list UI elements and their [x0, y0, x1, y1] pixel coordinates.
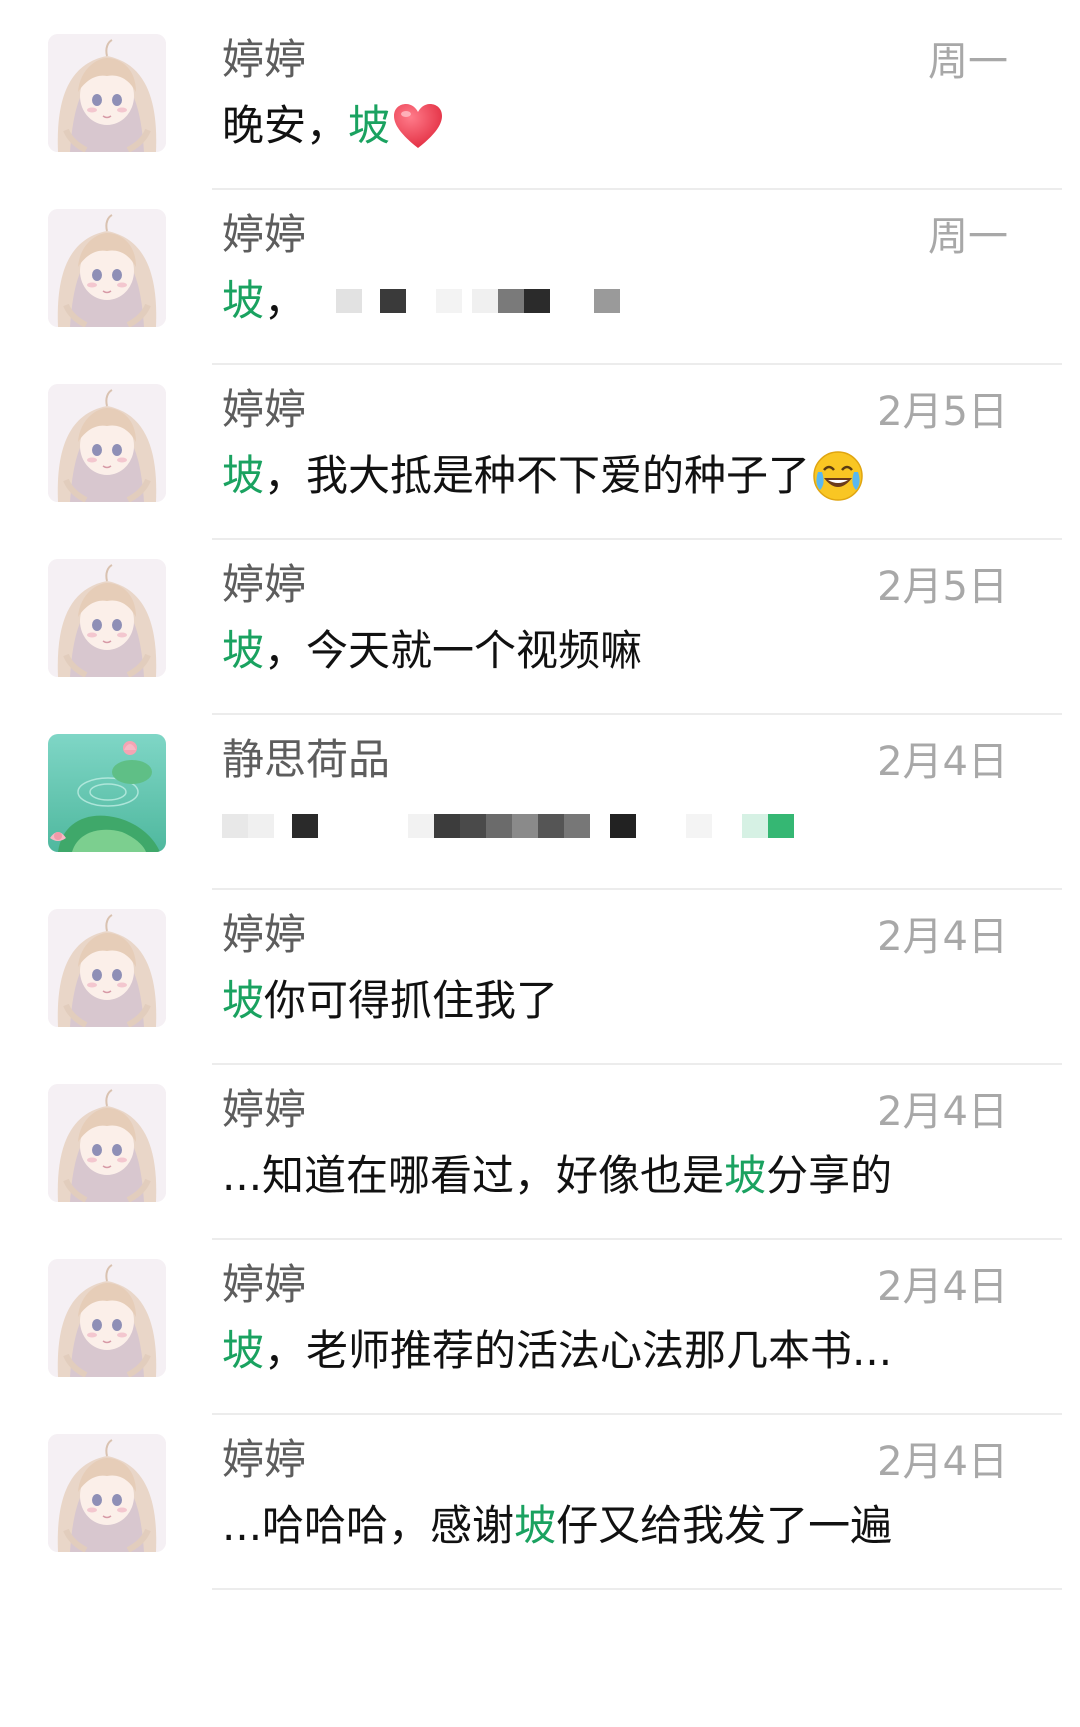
message-time: 2月5日: [877, 389, 1008, 435]
chat-list-item[interactable]: 婷婷 2月4日 ...哈哈哈，感谢坡仔又给我发了一遍: [0, 1400, 1080, 1590]
contact-name: 婷婷: [222, 1435, 307, 1484]
redacted-block: [434, 814, 460, 838]
redacted-block: [610, 814, 636, 838]
contact-name: 婷婷: [222, 560, 307, 609]
girl-avatar-icon[interactable]: [48, 1434, 166, 1552]
chat-list-item[interactable]: 婷婷 2月5日坡，今天就一个视频嘛: [0, 525, 1080, 715]
message-preview: 坡 你可得抓住我了: [222, 971, 558, 1031]
girl-avatar-icon[interactable]: [48, 909, 166, 1027]
message-text: ...知道在哪看过，好像也是: [222, 1151, 725, 1200]
redacted-block: [436, 289, 463, 313]
redacted-block: [460, 814, 486, 838]
contact-name: 婷婷: [222, 35, 307, 84]
message-preview: 坡，我大抵是种不下爱的种子了: [222, 446, 864, 506]
heart-emoji-icon: [392, 102, 444, 150]
girl-avatar-icon[interactable]: [48, 384, 166, 502]
message-preview: 坡，今天就一个视频嘛: [222, 621, 642, 681]
chat-list-item[interactable]: 静思荷品 2月4日: [0, 700, 1080, 890]
girl-avatar-icon[interactable]: [48, 34, 166, 152]
redacted-block: [222, 814, 248, 838]
contact-name: 婷婷: [222, 1085, 307, 1134]
message-text: 晚安，: [222, 101, 349, 150]
contact-name: 婷婷: [222, 910, 307, 959]
redacted-block: [768, 814, 794, 838]
message-text: ，今天就一个视频嘛: [264, 626, 643, 675]
search-keyword-highlight: 坡: [222, 626, 265, 675]
redacted-block: [742, 814, 768, 838]
message-text: ，: [264, 276, 307, 325]
chat-search-results: 婷婷 周一 晚安，坡 婷婷 周一坡， 婷婷 2月5日 坡 ，我大抵是种不下爱的种…: [0, 0, 1080, 1727]
contact-name: 婷婷: [222, 210, 307, 259]
redacted-block: [486, 814, 512, 838]
redacted-block: [336, 289, 363, 313]
redacted-block: [538, 814, 564, 838]
redacted-block: [248, 814, 274, 838]
redacted-block: [512, 814, 538, 838]
search-keyword-highlight: 坡: [514, 1501, 557, 1550]
chat-list-item[interactable]: 婷婷 2月5日坡，我大抵是种不下爱的种子了: [0, 350, 1080, 540]
message-preview: 坡，: [222, 271, 621, 331]
redacted-block: [292, 814, 318, 838]
chat-list-item[interactable]: 婷婷 2月4日坡 你可得抓住我了: [0, 875, 1080, 1065]
message-time: 2月4日: [877, 1264, 1008, 1310]
girl-avatar-icon[interactable]: [48, 209, 166, 327]
search-keyword-highlight: 坡: [222, 1326, 265, 1375]
redacted-text: [222, 796, 794, 856]
redacted-block: [686, 814, 712, 838]
girl-avatar-icon[interactable]: [48, 1259, 166, 1377]
message-text: 仔又给我发了一遍: [556, 1501, 893, 1550]
redacted-block: [472, 289, 499, 313]
message-preview: ...哈哈哈，感谢坡仔又给我发了一遍: [222, 1496, 892, 1556]
chat-list-item[interactable]: 婷婷 周一坡，: [0, 175, 1080, 365]
redacted-block: [408, 814, 434, 838]
message-text: 分享的: [766, 1151, 893, 1200]
chat-list-item[interactable]: 婷婷 2月4日 ...知道在哪看过，好像也是坡分享的: [0, 1050, 1080, 1240]
girl-avatar-icon[interactable]: [48, 559, 166, 677]
row-divider: [212, 1588, 1062, 1590]
message-time: 2月4日: [877, 1439, 1008, 1485]
search-keyword-highlight: 坡: [222, 276, 265, 325]
message-preview: [222, 796, 794, 856]
message-time: 2月4日: [877, 1089, 1008, 1135]
message-text: 你可得抓住我了: [264, 976, 559, 1025]
message-text: ，老师推荐的活法心法那几本书...: [264, 1326, 893, 1375]
message-time: 2月4日: [877, 739, 1008, 785]
message-time: 周一: [928, 39, 1008, 85]
search-keyword-highlight: 坡: [724, 1151, 767, 1200]
message-preview: ...知道在哪看过，好像也是坡分享的: [222, 1146, 892, 1206]
message-preview: 晚安，坡: [222, 96, 444, 156]
search-keyword-highlight: 坡: [222, 451, 265, 500]
redacted-block: [524, 289, 551, 313]
redacted-block: [380, 289, 407, 313]
lotus-avatar-icon[interactable]: [48, 734, 166, 852]
contact-name: 婷婷: [222, 385, 307, 434]
redacted-block: [564, 814, 590, 838]
laughing-crying-emoji-icon: [812, 450, 864, 502]
redacted-text: [336, 271, 621, 331]
search-keyword-highlight: 坡: [348, 101, 391, 150]
contact-name: 婷婷: [222, 1260, 307, 1309]
message-time: 2月5日: [877, 564, 1008, 610]
contact-name: 静思荷品: [222, 735, 391, 784]
search-keyword-highlight: 坡: [222, 976, 265, 1025]
message-text: ...哈哈哈，感谢: [222, 1501, 515, 1550]
girl-avatar-icon[interactable]: [48, 1084, 166, 1202]
redacted-block: [498, 289, 525, 313]
chat-list-item[interactable]: 婷婷 周一晚安，坡: [0, 0, 1080, 190]
message-preview: 坡，老师推荐的活法心法那几本书...: [222, 1321, 892, 1381]
message-time: 周一: [928, 214, 1008, 260]
chat-list-item[interactable]: 婷婷 2月4日坡，老师推荐的活法心法那几本书...: [0, 1225, 1080, 1415]
redacted-block: [594, 289, 621, 313]
message-time: 2月4日: [877, 914, 1008, 960]
message-text: ，我大抵是种不下爱的种子了: [264, 451, 811, 500]
